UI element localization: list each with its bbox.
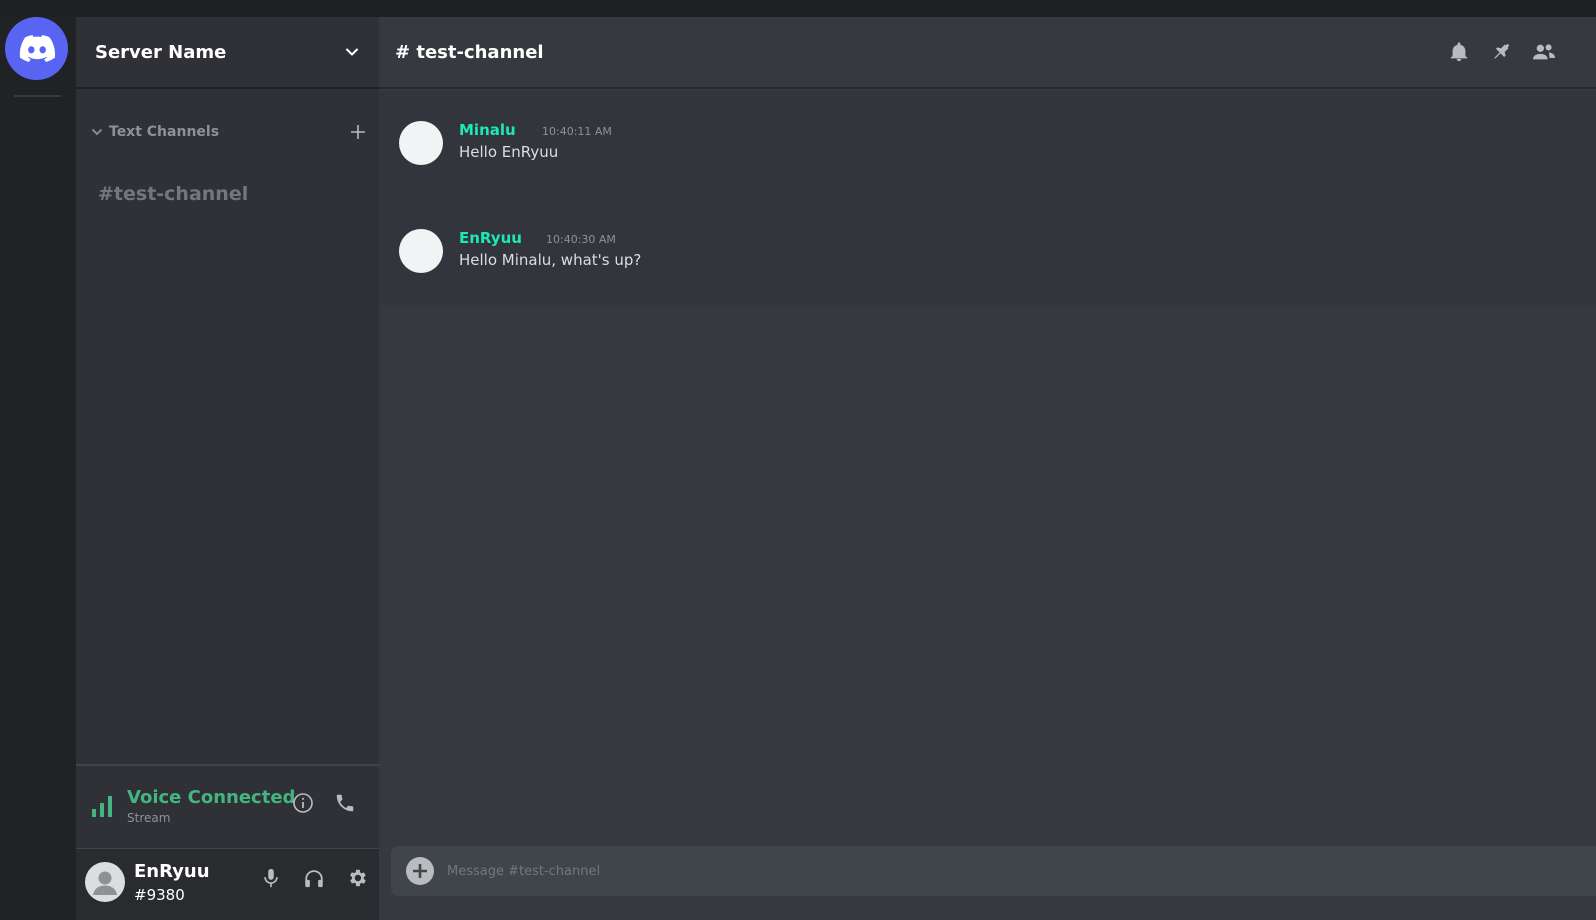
message-text: Hello Minalu, what's up?	[459, 251, 642, 269]
message-author[interactable]: EnRyuu	[459, 229, 522, 247]
user-silhouette-icon	[93, 871, 117, 895]
channel-item-test-channel[interactable]: #test-channel	[98, 183, 248, 205]
server-rail	[0, 17, 76, 920]
server-header[interactable]: Server Name	[76, 17, 379, 89]
chat-area: # test-channel Minalu 10:40:11 AM Hello …	[379, 17, 1596, 920]
message-timestamp: 10:40:30 AM	[546, 233, 616, 246]
message-text: Hello EnRyuu	[459, 143, 559, 161]
category-text-channels[interactable]: Text Channels	[91, 121, 366, 143]
message-input[interactable]	[447, 863, 1347, 879]
message-author[interactable]: Minalu	[459, 121, 516, 139]
channel-title: # test-channel	[395, 41, 544, 63]
server-name: Server Name	[95, 41, 227, 63]
home-button[interactable]	[5, 17, 68, 80]
info-icon[interactable]	[292, 792, 314, 814]
members-icon[interactable]	[1532, 41, 1556, 63]
user-tag: #9380	[134, 886, 185, 904]
microphone-icon[interactable]	[260, 867, 282, 889]
user-name: EnRyuu	[134, 861, 210, 882]
message-composer	[391, 846, 1596, 896]
chevron-down-icon[interactable]	[344, 44, 360, 60]
message-item: EnRyuu 10:40:30 AM Hello Minalu, what's …	[399, 229, 1299, 289]
user-panel: EnRyuu #9380	[76, 848, 379, 920]
phone-icon[interactable]	[334, 792, 356, 814]
chevron-down-icon	[91, 126, 103, 138]
avatar[interactable]	[399, 229, 443, 273]
channel-sidebar: Server Name Text Channels #test-channel …	[76, 17, 379, 920]
add-attachment-icon[interactable]	[405, 856, 435, 886]
headphones-icon[interactable]	[302, 867, 326, 889]
voice-status-subtitle: Stream	[127, 811, 171, 825]
gear-icon[interactable]	[346, 867, 368, 889]
message-item: Minalu 10:40:11 AM Hello EnRyuu	[399, 121, 1299, 181]
window-top-strip	[0, 0, 1596, 17]
chat-header: # test-channel	[379, 17, 1596, 89]
message-list: Minalu 10:40:11 AM Hello EnRyuu EnRyuu 1…	[379, 91, 1596, 305]
voice-status-title: Voice Connected	[127, 787, 296, 808]
pin-icon[interactable]	[1490, 41, 1512, 63]
voice-status-panel: Voice Connected Stream	[76, 764, 379, 846]
discord-logo-icon	[19, 34, 55, 62]
avatar[interactable]	[399, 121, 443, 165]
signal-icon	[91, 794, 115, 818]
rail-separator	[14, 95, 61, 97]
category-label: Text Channels	[109, 124, 220, 140]
bell-icon[interactable]	[1448, 41, 1470, 63]
add-channel-icon[interactable]	[350, 124, 366, 140]
avatar[interactable]	[85, 862, 125, 902]
message-timestamp: 10:40:11 AM	[542, 125, 612, 138]
